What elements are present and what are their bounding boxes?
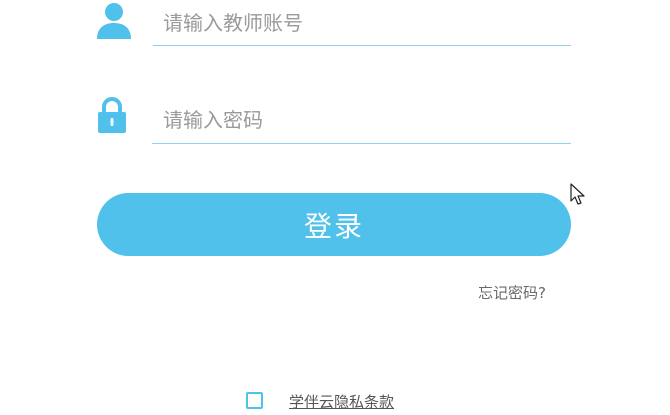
- login-button[interactable]: 登录: [97, 193, 571, 256]
- privacy-policy-link[interactable]: 学伴云隐私条款: [289, 391, 394, 412]
- mouse-cursor-icon: [570, 183, 585, 205]
- teacher-account-input[interactable]: [153, 0, 571, 46]
- forgot-password-link[interactable]: 忘记密码?: [478, 282, 546, 303]
- lock-icon: [98, 97, 126, 133]
- login-page: 登录 忘记密码? 学伴云隐私条款: [0, 0, 670, 415]
- user-icon: [97, 3, 131, 39]
- privacy-agree-checkbox[interactable]: [246, 392, 263, 409]
- password-input[interactable]: [152, 96, 571, 144]
